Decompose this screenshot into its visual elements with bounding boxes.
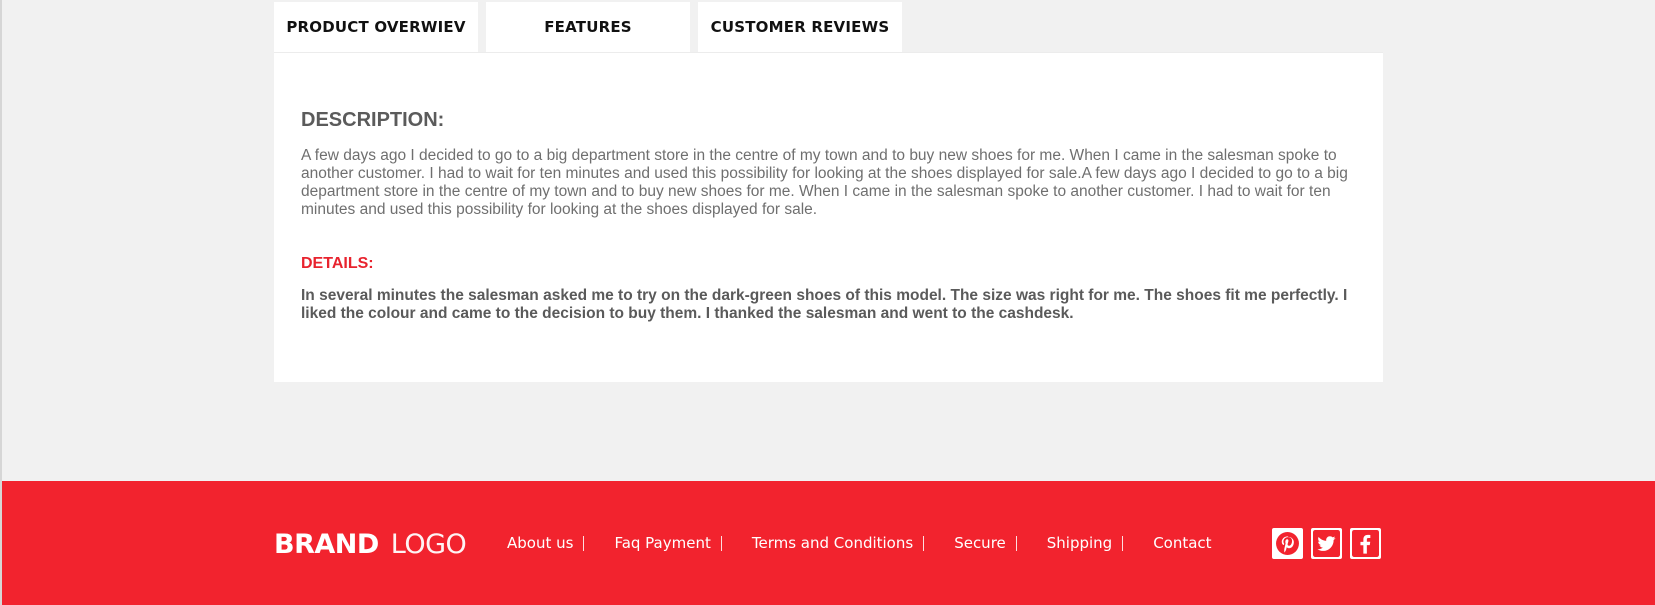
footer-nav-item: Contact <box>1153 534 1211 552</box>
social-links <box>1272 528 1381 559</box>
footer-link-contact[interactable]: Contact <box>1153 534 1211 552</box>
footer-nav-item: Faq Payment <box>614 534 751 552</box>
details-text: In several minutes the salesman asked me… <box>301 287 1348 322</box>
footer-nav: About us Faq Payment Terms and Condition… <box>507 533 1212 553</box>
description-text: A few days ago I decided to go to a big … <box>301 147 1348 218</box>
footer-link-secure[interactable]: Secure <box>954 534 1006 552</box>
tab-features[interactable]: FEATURES <box>486 2 690 52</box>
facebook-button[interactable] <box>1350 528 1381 559</box>
footer-link-faq-payment[interactable]: Faq Payment <box>614 534 710 552</box>
tab-product-overview[interactable]: PRODUCT OVERWIEV <box>274 2 478 52</box>
description-heading: DESCRIPTION: <box>301 109 445 131</box>
product-tabs: PRODUCT OVERWIEV FEATURES CUSTOMER REVIE… <box>274 2 902 52</box>
nav-divider <box>923 535 925 551</box>
brand-logo[interactable]: BRAND LOGO <box>274 527 467 561</box>
footer-link-terms[interactable]: Terms and Conditions <box>752 534 913 552</box>
facebook-icon <box>1352 530 1379 557</box>
pinterest-icon <box>1276 532 1299 555</box>
logo-logo-text: LOGO <box>390 528 467 560</box>
nav-divider <box>720 535 722 551</box>
footer-nav-item: Terms and Conditions <box>752 534 954 552</box>
panel-content: DESCRIPTION: A few days ago I decided to… <box>301 109 1361 323</box>
footer-nav-item: About us <box>507 534 614 552</box>
logo-brand-text: BRAND <box>274 528 379 560</box>
footer-nav-item: Secure <box>954 534 1047 552</box>
twitter-button[interactable] <box>1311 528 1342 559</box>
footer-nav-item: Shipping <box>1047 534 1153 552</box>
site-footer: BRAND LOGO About us Faq Payment Terms an… <box>2 481 1655 605</box>
twitter-icon <box>1313 530 1340 557</box>
details-heading: DETAILS: <box>301 255 374 272</box>
tab-customer-reviews[interactable]: CUSTOMER REVIEWS <box>698 2 902 52</box>
pinterest-button[interactable] <box>1272 528 1303 559</box>
nav-divider <box>1015 535 1017 551</box>
nav-divider <box>583 535 585 551</box>
footer-link-about-us[interactable]: About us <box>507 534 573 552</box>
footer-link-shipping[interactable]: Shipping <box>1047 534 1112 552</box>
tab-content-panel: DESCRIPTION: A few days ago I decided to… <box>274 52 1383 382</box>
nav-divider <box>1122 535 1124 551</box>
